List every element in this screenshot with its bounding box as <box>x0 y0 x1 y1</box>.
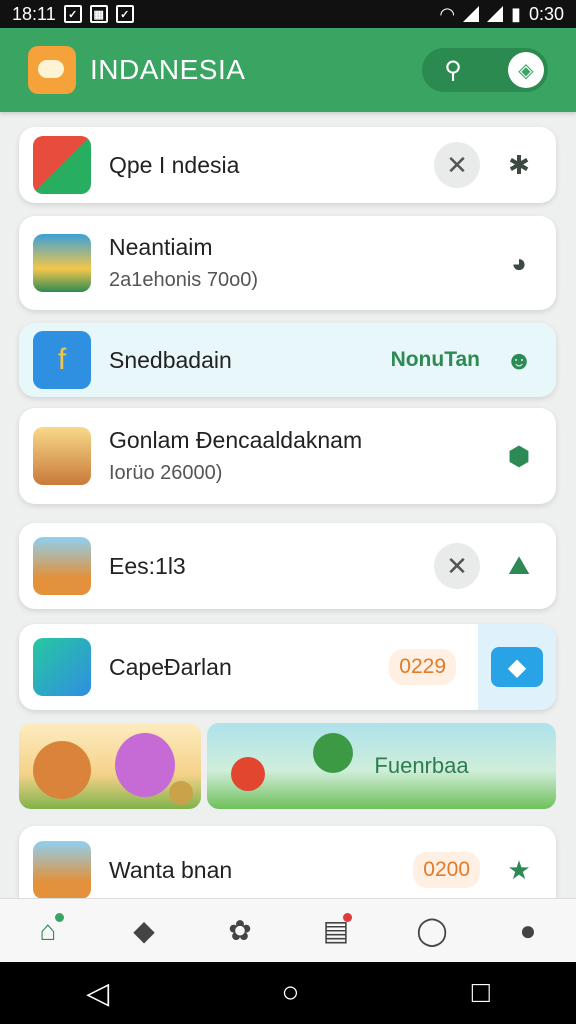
banner-characters[interactable] <box>19 723 201 809</box>
item-badge: 0229 <box>389 649 456 685</box>
tag-icon[interactable]: ◆ <box>124 911 164 951</box>
status-clock: 0:30 <box>528 3 564 24</box>
map-pin-app-icon <box>33 638 91 696</box>
item-badge: 0200 <box>413 852 480 888</box>
item-name: Snedbadain <box>109 346 232 373</box>
fox-thumbnail-icon <box>33 537 91 595</box>
image-icon: ▦ <box>89 5 108 23</box>
signal-icon-2 <box>487 6 504 22</box>
item-subtitle: Iorüo 26000) <box>109 462 223 484</box>
recents-icon[interactable]: □ <box>472 976 490 1010</box>
item-name: Ees:1l3 <box>109 552 186 579</box>
calendar-icon[interactable]: ▤ <box>316 911 356 951</box>
battery-icon: ▮ <box>511 3 521 24</box>
pin-icon[interactable]: ◕ <box>502 246 536 280</box>
plant-icon[interactable]: ✿ <box>220 911 260 951</box>
bottom-navigation: ⌂ ◆ ✿ ▤ ◯ ● <box>0 898 576 962</box>
home-icon[interactable]: ⌂ <box>28 911 68 951</box>
list-item[interactable]: Neantiaim 2a1ehonis 70o0) ◕ <box>19 216 556 310</box>
puzzle-icon[interactable]: ✱ <box>502 148 536 182</box>
status-time: 18:11 <box>12 3 56 24</box>
location-toggle-icon[interactable]: ◈ <box>508 52 544 88</box>
fox-character-icon <box>33 741 91 799</box>
signal-icon <box>463 6 480 22</box>
list-item[interactable]: Qpe I ndesia ✕ ✱ <box>19 127 556 203</box>
item-name: Gonlam Đencaaldaknam <box>109 427 363 453</box>
close-icon[interactable]: ✕ <box>434 543 480 589</box>
list-item[interactable]: f Snedbadain NonuTan ☻ <box>19 323 556 397</box>
fox-thumbnail-icon <box>33 841 91 898</box>
list-item[interactable]: Ees:1l3 ✕ ⛰ <box>19 523 556 609</box>
banner-garden[interactable]: Fuenrbaa <box>207 723 556 809</box>
item-subtitle: 2a1ehonis 70o0) <box>109 269 259 291</box>
mail-app-icon <box>33 136 91 194</box>
plug-icon[interactable]: ⬢ <box>502 439 536 473</box>
girl-character-icon <box>115 733 175 797</box>
back-icon[interactable]: ◁ <box>86 976 109 1011</box>
group-icon[interactable]: ☻ <box>502 343 536 377</box>
header-actions: ⚲ ◈ <box>422 48 548 92</box>
app-logo-icon <box>28 46 76 94</box>
list-item[interactable]: Gonlam Đencaaldaknam Iorüo 26000) ⬢ <box>19 408 556 504</box>
search-icon[interactable]: ⚲ <box>436 53 470 87</box>
list-item[interactable]: CapeĐarlan 0229 ◆ <box>19 624 556 710</box>
bag-icon <box>169 781 193 805</box>
check-icon: ✓ <box>115 5 134 23</box>
profile-icon[interactable]: ● <box>508 911 548 951</box>
temple-thumbnail-icon <box>33 427 91 485</box>
item-name: Qpe I ndesia <box>109 151 240 178</box>
banner-text: Fuenrbaa <box>374 753 469 778</box>
mail-icon: ✓ <box>63 5 82 23</box>
app-bar: INDANESIA ⚲ ◈ <box>0 28 576 112</box>
navigate-icon: ◆ <box>491 647 543 687</box>
game-thumbnail-icon <box>33 234 91 292</box>
wifi-icon: ◠ <box>439 3 456 24</box>
item-name: CapeĐarlan <box>109 653 232 680</box>
item-name: Wanta bnan <box>109 856 233 883</box>
item-name: Neantiaim <box>109 234 213 260</box>
app-f-icon: f <box>33 331 91 389</box>
tomato-icon <box>231 757 265 791</box>
app-title: INDANESIA <box>90 54 246 85</box>
navigate-button[interactable]: ◆ <box>478 624 556 710</box>
system-nav-bar: ◁ ○ □ <box>0 962 576 1024</box>
close-icon[interactable]: ✕ <box>434 142 480 188</box>
star-icon[interactable]: ★ <box>502 853 536 887</box>
mountain-icon[interactable]: ⛰ <box>502 549 536 583</box>
home-circle-icon[interactable]: ○ <box>281 976 299 1010</box>
list-item[interactable]: Wanta bnan 0200 ★ <box>19 826 556 898</box>
item-tag: NonuTan <box>390 348 480 371</box>
chat-icon[interactable]: ◯ <box>412 911 452 951</box>
status-bar: 18:11 ✓ ▦ ✓ ◠ ▮ 0:30 <box>0 0 576 28</box>
item-list: Qpe I ndesia ✕ ✱ Neantiaim 2a1ehonis 70o… <box>0 112 576 898</box>
tree-icon <box>313 733 353 773</box>
